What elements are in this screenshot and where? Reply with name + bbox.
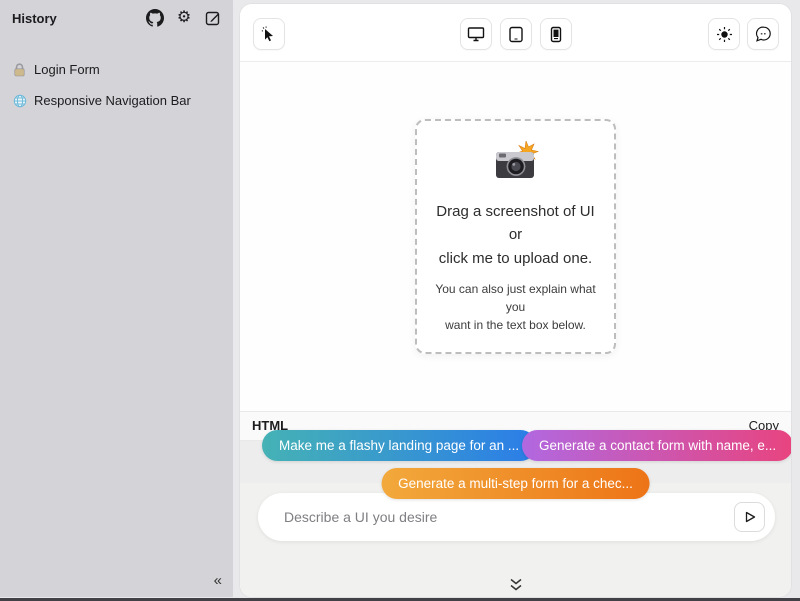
history-item-label: Responsive Navigation Bar — [34, 93, 191, 108]
github-icon[interactable] — [145, 8, 165, 28]
suggestion-pill-landing-page[interactable]: Make me a flashy landing page for an ... — [262, 430, 536, 461]
tablet-view-button[interactable] — [500, 18, 532, 50]
select-element-cursor-button[interactable] — [253, 18, 285, 50]
settings-gear-icon[interactable]: ⚙ — [174, 8, 194, 28]
collapse-composer-chevron-icon[interactable] — [508, 578, 524, 592]
desktop-view-button[interactable] — [460, 18, 492, 50]
prompt-bar — [258, 493, 775, 541]
collapse-sidebar-button[interactable]: « — [210, 570, 225, 591]
mobile-view-button[interactable] — [540, 18, 572, 50]
upload-hint: You can also just explain what you want … — [429, 280, 602, 334]
preview-area: Drag a screenshot of UI or click me to u… — [240, 62, 791, 411]
history-sidebar: History ⚙ Login Form Responsive Navigati… — [0, 0, 233, 597]
main-panel: Drag a screenshot of UI or click me to u… — [240, 4, 791, 597]
suggestion-pill-contact-form[interactable]: Generate a contact form with name, e... — [522, 430, 791, 461]
sidebar-header: History ⚙ — [0, 0, 233, 36]
prompt-input[interactable] — [284, 509, 734, 525]
history-list: Login Form Responsive Navigation Bar — [0, 54, 233, 116]
suggestion-pill-multi-step-form[interactable]: Generate a multi-step form for a chec... — [381, 468, 650, 499]
send-button[interactable] — [734, 502, 765, 532]
camera-flash-icon — [429, 141, 602, 188]
history-item-login-form[interactable]: Login Form — [0, 54, 233, 85]
history-item-label: Login Form — [34, 62, 100, 77]
preview-toolbar — [240, 4, 791, 62]
new-chat-icon[interactable] — [203, 8, 223, 28]
feedback-chat-icon[interactable] — [747, 18, 779, 50]
upload-instruction: Drag a screenshot of UI or click me to u… — [429, 200, 602, 270]
globe-icon — [12, 93, 27, 108]
device-size-group — [460, 18, 572, 50]
lock-icon — [12, 62, 27, 77]
composer-section — [240, 483, 791, 597]
history-title: History — [12, 11, 57, 26]
screenshot-upload-dropzone[interactable]: Drag a screenshot of UI or click me to u… — [415, 119, 616, 354]
history-item-responsive-navigation-bar[interactable]: Responsive Navigation Bar — [0, 85, 233, 116]
theme-toggle-sun-icon[interactable] — [708, 18, 740, 50]
